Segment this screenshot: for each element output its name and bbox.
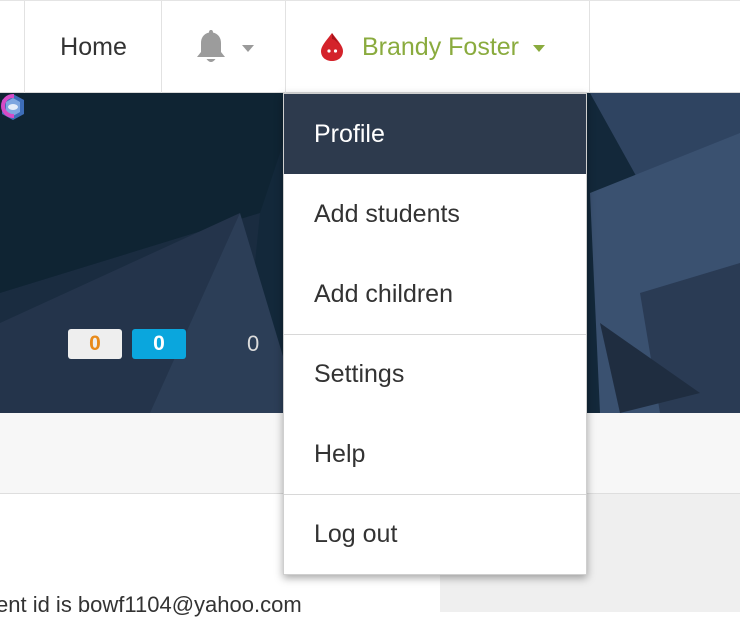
ring-badge-icon [1,94,14,118]
menu-item-settings[interactable]: Settings [284,334,586,414]
user-menu-toggle[interactable]: Brandy Foster [285,1,590,93]
menu-item-label: Settings [314,360,405,388]
menu-item-label: Profile [314,119,385,148]
menu-item-help[interactable]: Help [284,414,586,494]
red-drop-avatar-icon [321,33,343,61]
top-navbar: Home Brandy Foster [0,0,740,93]
nav-home-link[interactable]: Home [24,1,162,93]
nav-home-label: Home [60,32,127,61]
menu-item-profile[interactable]: Profile [284,94,586,174]
menu-item-label: Log out [314,520,398,548]
content-text: ent id is bowf1104@yahoo.com [0,592,302,617]
orange-count-badge: 0 [68,329,122,359]
user-name: Brandy Foster [362,32,520,61]
notifications-dropdown[interactable] [161,1,286,93]
user-dropdown-menu: Profile Add students Add children Settin… [283,93,587,575]
chevron-down-icon [533,45,546,52]
menu-item-add-students[interactable]: Add students [284,174,586,254]
menu-item-log-out[interactable]: Log out [284,494,586,574]
menu-item-add-children[interactable]: Add children [284,254,586,334]
menu-item-label: Help [314,439,366,468]
badge-count: 0 [247,331,260,356]
bell-icon [197,30,225,62]
chevron-down-icon [242,45,254,52]
blue-count-badge: 0 [132,329,186,359]
menu-item-label: Add children [314,279,453,308]
menu-item-label: Add students [314,199,460,228]
